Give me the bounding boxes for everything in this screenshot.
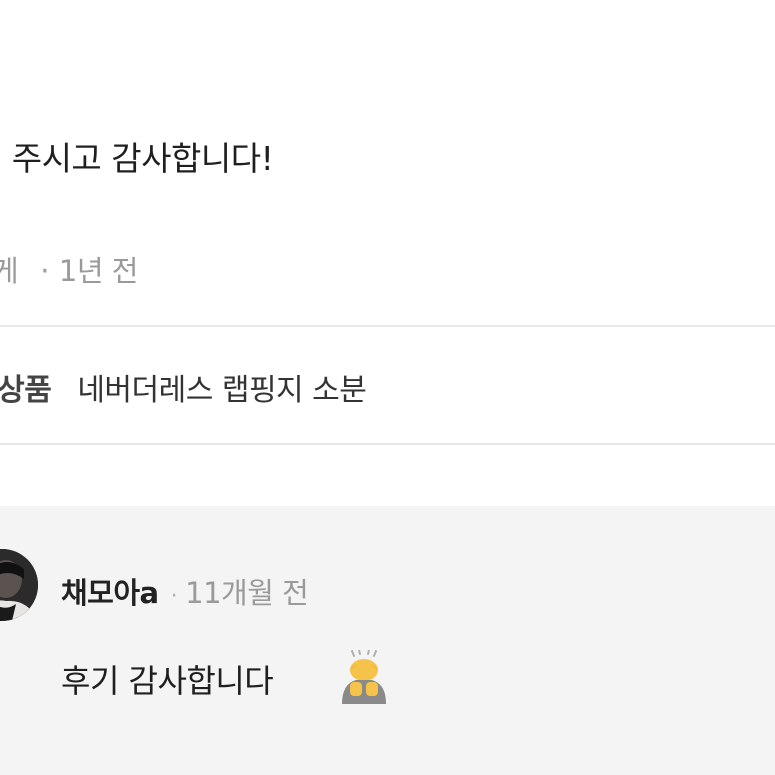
divider [0, 325, 775, 327]
review-meta: 게 · 1년 전 [0, 248, 138, 290]
traded-product-name[interactable]: 네버더레스 랩핑지 소분 [77, 373, 367, 408]
reply-separator: · [170, 584, 178, 609]
review-detail-page: 많이 주시고 감사합니다! 게 · 1년 전 래상품 네버더레스 랩핑지 소분 채모아… [0, 0, 775, 775]
reply-text: 후기 감사합니다 [61, 662, 274, 700]
person-bowing-icon [342, 650, 386, 704]
review-time: 1년 전 [58, 254, 139, 288]
review-author-fragment: 게 [0, 254, 19, 288]
divider [0, 443, 775, 445]
reply-header: 채모아a · 11개월 전 [61, 570, 309, 612]
meta-separator: · [40, 254, 49, 288]
seller-reply-box [0, 506, 775, 775]
review-text: 많이 주시고 감사합니다! [0, 139, 274, 178]
reply-author[interactable]: 채모아a [61, 576, 159, 610]
reply-time: 11개월 전 [185, 576, 309, 610]
traded-product-label: 래상품 [0, 373, 52, 408]
traded-product-row[interactable]: 래상품 네버더레스 랩핑지 소분 [0, 365, 367, 409]
